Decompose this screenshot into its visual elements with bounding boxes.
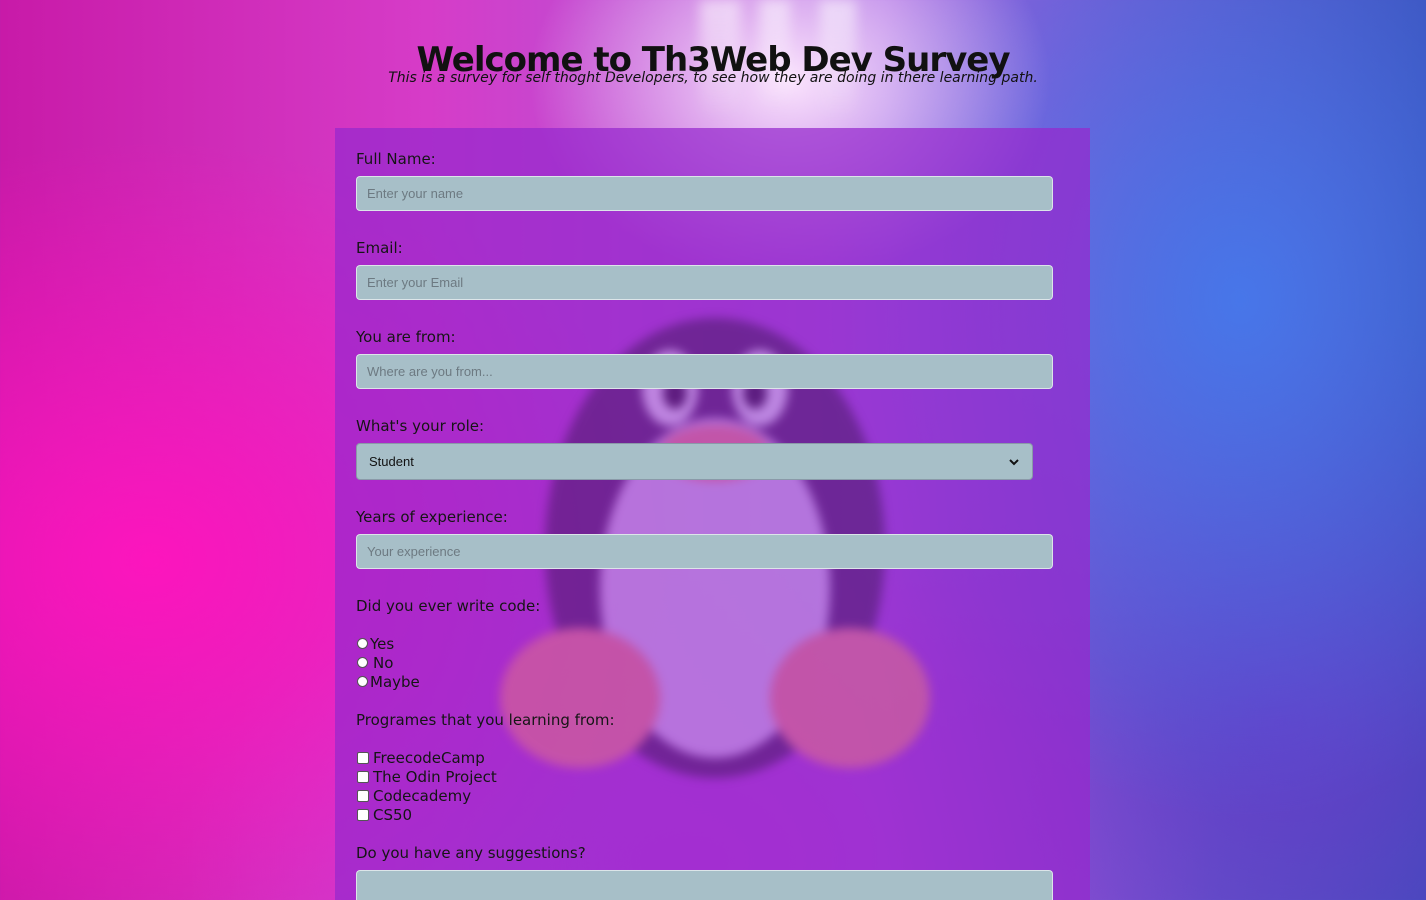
checkbox[interactable] (357, 789, 369, 802)
checkbox-option-cs50[interactable]: CS50 (357, 805, 412, 824)
checkbox-label: Codecademy (373, 786, 472, 805)
radio-button[interactable] (357, 657, 368, 668)
checkbox[interactable] (357, 770, 369, 783)
radio-option-yes[interactable]: Yes (357, 634, 394, 653)
write-code-label: Did you ever write code: (356, 597, 541, 615)
role-select-value: Student (369, 454, 414, 469)
suggestions-textarea[interactable] (356, 870, 1053, 900)
email-label: Email: (356, 239, 403, 257)
radio-label: No (373, 653, 394, 672)
programs-label: Programes that you learning from: (356, 711, 615, 729)
radio-option-maybe[interactable]: Maybe (357, 672, 420, 691)
full-name-label: Full Name: (356, 150, 436, 168)
experience-label: Years of experience: (356, 508, 508, 526)
radio-label: Yes (370, 634, 395, 653)
checkbox[interactable] (357, 751, 369, 764)
suggestions-label: Do you have any suggestions? (356, 844, 586, 862)
full-name-input[interactable] (356, 176, 1053, 211)
radio-option-no[interactable]: No (357, 653, 393, 672)
location-label: You are from: (356, 328, 456, 346)
email-input[interactable] (356, 265, 1053, 300)
chevron-down-icon (1009, 458, 1019, 465)
page-subtitle: This is a survey for self thoght Develop… (388, 70, 1038, 86)
radio-label: Maybe (370, 672, 420, 691)
role-select[interactable]: Student (356, 443, 1033, 480)
checkbox-option-codecademy[interactable]: Codecademy (357, 786, 471, 805)
checkbox-label: FreecodeCamp (373, 748, 485, 767)
location-input[interactable] (356, 354, 1053, 389)
experience-input[interactable] (356, 534, 1053, 569)
checkbox-option-freecodecamp[interactable]: FreecodeCamp (357, 748, 485, 767)
survey-form: Full Name: Email: You are from: What's y… (335, 128, 1090, 900)
radio-button[interactable] (357, 638, 368, 649)
checkbox-label: CS50 (373, 805, 413, 824)
checkbox-label: The Odin Project (373, 767, 497, 786)
radio-button[interactable] (357, 676, 368, 687)
checkbox-option-odin-project[interactable]: The Odin Project (357, 767, 497, 786)
checkbox[interactable] (357, 808, 369, 821)
tux-penguin-icon (500, 318, 930, 778)
role-label: What's your role: (356, 417, 485, 435)
